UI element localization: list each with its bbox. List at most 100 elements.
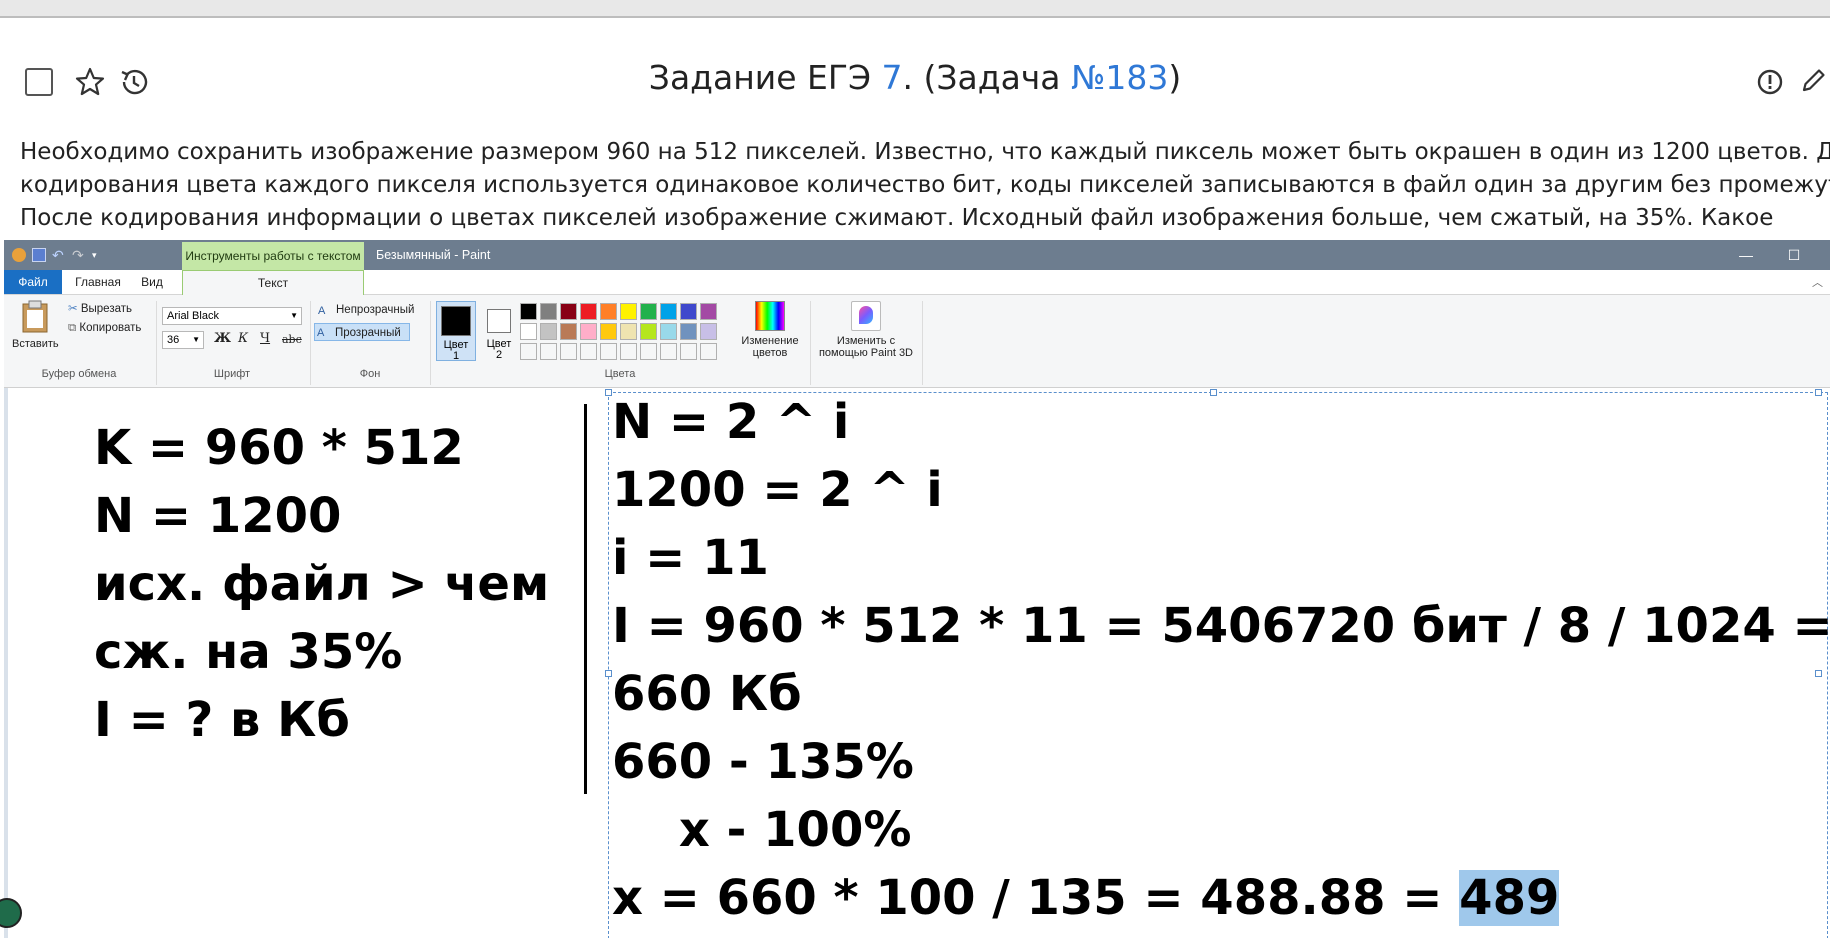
title-suffix: ) bbox=[1168, 58, 1182, 97]
solution-line: i = 11 bbox=[612, 530, 769, 586]
color-swatch[interactable] bbox=[680, 303, 697, 320]
maximize-icon[interactable]: ☐ bbox=[1772, 240, 1816, 270]
cut-button[interactable]: ✂ Вырезать bbox=[68, 301, 132, 315]
canvas[interactable]: K = 960 * 512 N = 1200 исх. файл > чем с… bbox=[8, 388, 1830, 938]
copy-button[interactable]: ⧉ Копировать bbox=[68, 322, 141, 335]
color1-swatch bbox=[441, 306, 471, 336]
solution-line: N = 2 ^ i bbox=[612, 394, 850, 450]
color2-button[interactable]: Цвет 2 bbox=[482, 301, 516, 361]
edit-colors-line1: Изменение bbox=[741, 335, 799, 347]
solution-line: x - 100% bbox=[612, 802, 912, 858]
color-swatch[interactable] bbox=[660, 303, 677, 320]
rainbow-icon bbox=[755, 301, 785, 331]
color-swatch[interactable] bbox=[520, 343, 537, 360]
opaque-label: Непрозрачный bbox=[336, 304, 415, 316]
title-middle: . (Задача bbox=[902, 58, 1072, 97]
color-swatch[interactable] bbox=[700, 343, 717, 360]
strikethrough-button[interactable]: abc bbox=[282, 333, 302, 346]
underline-button[interactable]: Ч bbox=[260, 331, 270, 346]
color-swatch[interactable] bbox=[540, 343, 557, 360]
canvas-area: K = 960 * 512 N = 1200 исх. файл > чем с… bbox=[4, 388, 1830, 938]
divider-line bbox=[584, 404, 587, 794]
bold-button[interactable]: Ж bbox=[214, 331, 231, 346]
font-family-value: Arial Black bbox=[167, 310, 219, 322]
ribbon-separator bbox=[922, 301, 923, 385]
color1-button[interactable]: Цвет 1 bbox=[436, 301, 476, 362]
color-swatch[interactable] bbox=[540, 323, 557, 340]
font-size-select[interactable]: 36 ▼ bbox=[162, 331, 204, 349]
cut-label: Вырезать bbox=[80, 303, 132, 315]
color-swatch[interactable] bbox=[600, 323, 617, 340]
note-line: N = 1200 bbox=[94, 488, 342, 544]
tab-text[interactable]: Текст bbox=[182, 270, 364, 295]
text-tools-context-tab: Инструменты работы с текстом bbox=[182, 242, 364, 270]
font-family-select[interactable]: Arial Black ▼ bbox=[162, 307, 302, 325]
description-line: кодирования цвета каждого пикселя исполь… bbox=[20, 172, 1830, 198]
tab-file[interactable]: Файл bbox=[4, 270, 62, 294]
color-swatch[interactable] bbox=[600, 303, 617, 320]
color-swatch[interactable] bbox=[560, 303, 577, 320]
font-size-value: 36 bbox=[167, 334, 180, 346]
collapse-ribbon-icon[interactable]: ︿ bbox=[1812, 274, 1823, 290]
report-icon[interactable] bbox=[1756, 68, 1784, 96]
transparent-option[interactable]: A Прозрачный bbox=[314, 323, 410, 341]
color-swatch[interactable] bbox=[680, 323, 697, 340]
note-line: исх. файл > чем bbox=[94, 556, 550, 612]
undo-icon[interactable]: ↶ bbox=[52, 248, 66, 262]
answer-line: x = 660 * 100 / 135 = 488.88 = 489 bbox=[612, 864, 1830, 932]
color-swatch[interactable] bbox=[640, 323, 657, 340]
color-swatch[interactable] bbox=[680, 343, 697, 360]
minimize-icon[interactable]: — bbox=[1724, 240, 1768, 270]
edit-pencil-icon[interactable] bbox=[1798, 66, 1828, 96]
color-swatch[interactable] bbox=[580, 343, 597, 360]
color-swatch[interactable] bbox=[580, 303, 597, 320]
color-swatch[interactable] bbox=[700, 323, 717, 340]
color-swatch[interactable] bbox=[620, 343, 637, 360]
solution-line: 660 Кб bbox=[612, 666, 802, 722]
tab-view[interactable]: Вид bbox=[132, 270, 172, 294]
left-notes: K = 960 * 512 N = 1200 исх. файл > чем с… bbox=[94, 414, 549, 754]
task-number-link[interactable]: 7 bbox=[882, 58, 903, 97]
palette bbox=[520, 303, 740, 360]
color-swatch[interactable] bbox=[660, 323, 677, 340]
paint-window: ↶ ↷ ▾ Инструменты работы с текстом Безым… bbox=[4, 240, 1830, 938]
top-border bbox=[0, 0, 1830, 18]
opaque-icon: A bbox=[318, 305, 326, 317]
color-swatch[interactable] bbox=[520, 303, 537, 320]
color-swatch[interactable] bbox=[520, 323, 537, 340]
background-group-label: Фон bbox=[359, 368, 381, 380]
italic-button[interactable]: К bbox=[238, 331, 248, 346]
palette-row bbox=[520, 343, 740, 360]
paint3d-button[interactable]: Изменить с помощью Paint 3D bbox=[814, 301, 918, 359]
color-swatch[interactable] bbox=[620, 323, 637, 340]
color-swatch[interactable] bbox=[640, 343, 657, 360]
redo-icon[interactable]: ↷ bbox=[72, 248, 86, 262]
resize-handle[interactable] bbox=[605, 670, 612, 677]
color-swatch[interactable] bbox=[620, 303, 637, 320]
opaque-option[interactable]: A Непрозрачный bbox=[316, 301, 414, 319]
transparent-label: Прозрачный bbox=[335, 327, 401, 339]
scissors-icon: ✂ bbox=[68, 303, 78, 315]
customize-toolbar-icon[interactable]: ▾ bbox=[92, 248, 106, 262]
save-icon[interactable] bbox=[32, 248, 46, 262]
resize-handle[interactable] bbox=[605, 389, 612, 396]
description-line: После кодирования информации о цветах пи… bbox=[20, 205, 1774, 231]
title-prefix: Задание ЕГЭ bbox=[648, 58, 882, 97]
color-swatch[interactable] bbox=[600, 343, 617, 360]
color-swatch[interactable] bbox=[540, 303, 557, 320]
color-swatch[interactable] bbox=[560, 323, 577, 340]
color-swatch[interactable] bbox=[580, 323, 597, 340]
task-description: Необходимо сохранить изображение размеро… bbox=[20, 136, 1830, 235]
palette-row bbox=[520, 323, 740, 340]
color-swatch[interactable] bbox=[640, 303, 657, 320]
edit-colors-button[interactable]: Изменение цветов bbox=[738, 301, 802, 359]
color-swatch[interactable] bbox=[560, 343, 577, 360]
color-swatch[interactable] bbox=[660, 343, 677, 360]
color-swatch[interactable] bbox=[700, 303, 717, 320]
note-line: K = 960 * 512 bbox=[94, 420, 464, 476]
paste-button[interactable]: Вставить bbox=[12, 299, 59, 355]
paint-app-icon[interactable] bbox=[12, 248, 26, 262]
ribbon-tabs: Файл Главная Вид Текст ︿ bbox=[4, 270, 1830, 295]
problem-number-link[interactable]: №183 bbox=[1071, 58, 1168, 97]
tab-home[interactable]: Главная bbox=[68, 270, 128, 294]
